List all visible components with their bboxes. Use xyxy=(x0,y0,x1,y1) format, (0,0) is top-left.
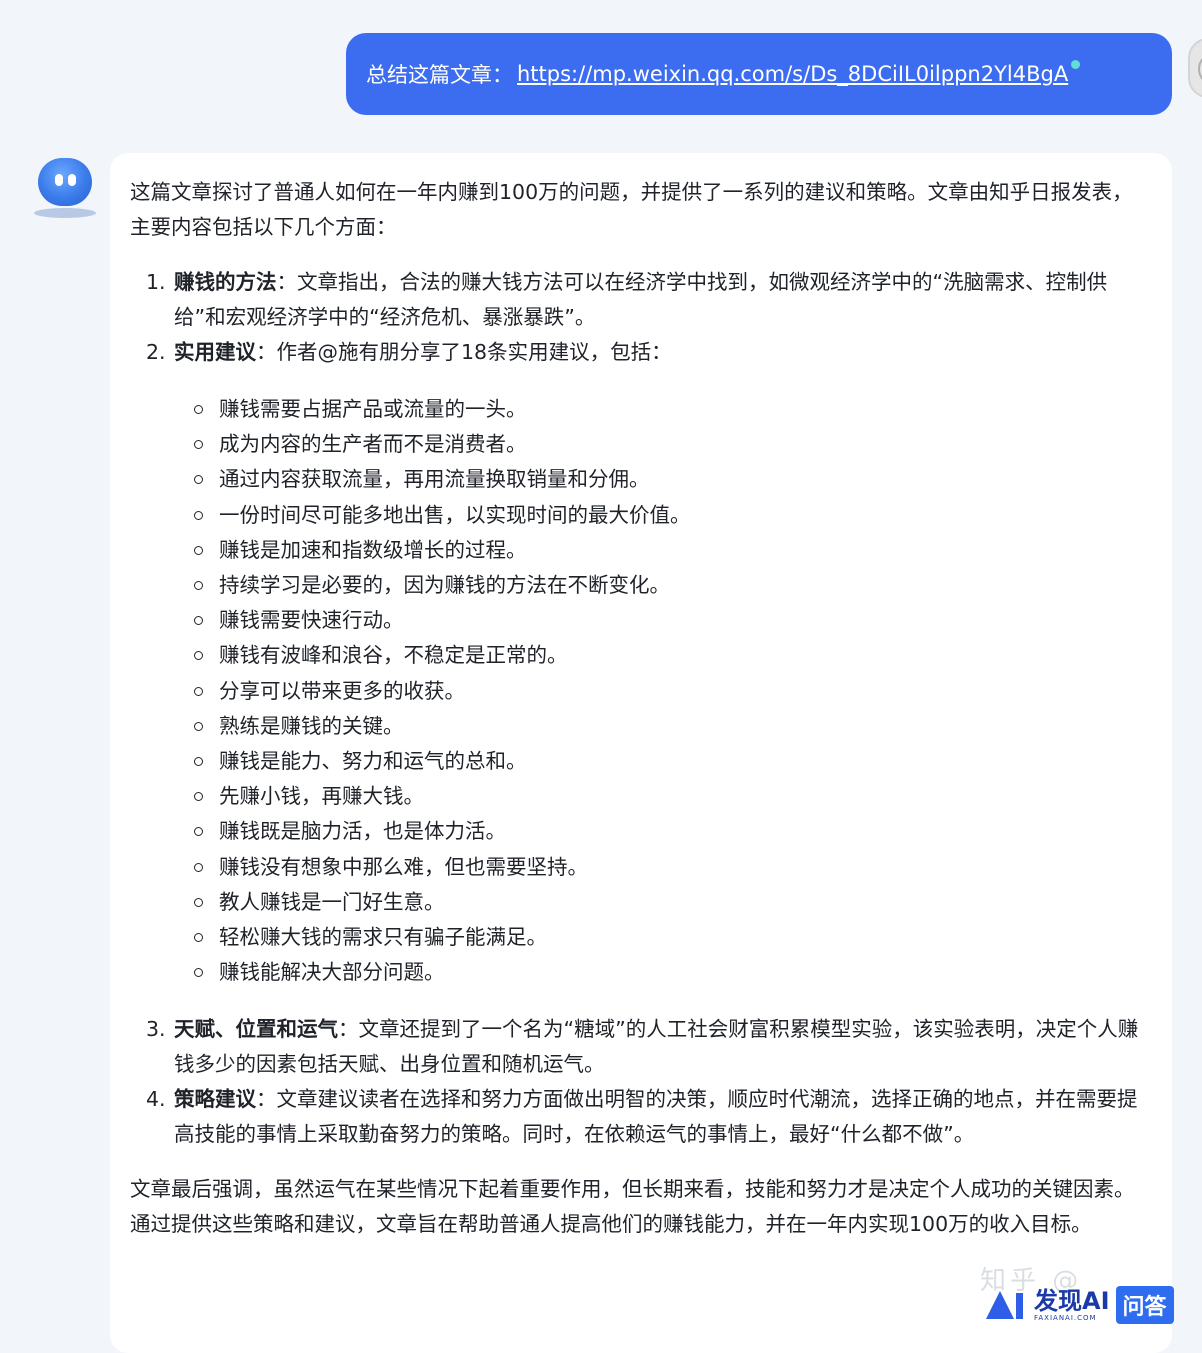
bullet-icon xyxy=(194,545,203,555)
brand-sub: FAXIANAI.COM xyxy=(1034,1313,1097,1322)
section-text: ：文章建议读者在选择和努力方面做出明智的决策，顺应时代潮流，选择正确的地点，并在… xyxy=(174,1087,1138,1147)
assistant-intro: 这篇文章探讨了普通人如何在一年内赚到100万的问题，并提供了一系列的建议和策略。… xyxy=(130,180,1133,239)
sections-list: 1. 赚钱的方法：文章指出，合法的赚大钱方法可以在经济学中找到，如微观经济学中的… xyxy=(130,265,1152,1152)
tip-item: 轻松赚大钱的需求只有骗子能满足。 xyxy=(174,920,1152,955)
section-title: 赚钱的方法 xyxy=(174,270,277,294)
section-number: 2. xyxy=(146,340,166,364)
tip-item: 通过内容获取流量，再用流量换取销量和分佣。 xyxy=(174,462,1152,497)
user-message-prefix: 总结这篇文章： xyxy=(366,63,513,87)
tip-item: 教人赚钱是一门好生意。 xyxy=(174,885,1152,920)
tip-text: 赚钱没有想象中那么难，但也需要坚持。 xyxy=(219,854,588,879)
tip-text: 通过内容获取流量，再用流量换取销量和分佣。 xyxy=(219,467,650,492)
tip-item: 赚钱是能力、努力和运气的总和。 xyxy=(174,744,1152,779)
bullet-icon xyxy=(194,651,203,661)
tip-item: 赚钱既是脑力活，也是体力活。 xyxy=(174,814,1152,849)
tip-text: 赚钱需要快速行动。 xyxy=(219,608,404,633)
brand-logo: 发现AI FAXIANAI.COM 问答 xyxy=(984,1282,1202,1328)
section-item: 2. 实用建议：作者@施有朋分享了18条实用建议，包括： 赚钱需要占据产品或流量… xyxy=(130,335,1152,990)
bullet-icon xyxy=(194,968,203,978)
tip-text: 熟练是赚钱的关键。 xyxy=(219,713,404,738)
tip-item: 先赚小钱，再赚大钱。 xyxy=(174,779,1152,814)
bullet-icon xyxy=(194,721,203,731)
tip-text: 持续学习是必要的，因为赚钱的方法在不断变化。 xyxy=(219,573,670,598)
tip-item: 分享可以带来更多的收获。 xyxy=(174,674,1152,709)
article-link[interactable]: https://mp.weixin.qq.com/s/Ds_8DCiIL0ilp… xyxy=(517,62,1068,86)
user-avatar[interactable] xyxy=(1188,38,1202,98)
assistant-conclusion: 文章最后强调，虽然运气在某些情况下起着重要作用，但长期来看，技能和努力才是决定个… xyxy=(130,1177,1135,1237)
section-item: 4. 策略建议：文章建议读者在选择和努力方面做出明智的决策，顺应时代潮流，选择正… xyxy=(130,1082,1152,1152)
bullet-icon xyxy=(194,510,203,520)
tip-item: 赚钱有波峰和浪谷，不稳定是正常的。 xyxy=(174,638,1152,673)
tip-text: 教人赚钱是一门好生意。 xyxy=(219,889,445,914)
tip-text: 赚钱既是脑力活，也是体力活。 xyxy=(219,819,506,844)
tip-item: 赚钱是加速和指数级增长的过程。 xyxy=(174,533,1152,568)
bot-avatar xyxy=(32,158,98,220)
brand-text: 发现AI FAXIANAI.COM xyxy=(1034,1289,1110,1322)
section-title: 实用建议 xyxy=(174,340,256,364)
bullet-icon xyxy=(194,405,203,414)
tip-text: 先赚小钱，再赚大钱。 xyxy=(219,784,424,809)
section-text: ：作者@施有朋分享了18条实用建议，包括： xyxy=(256,340,672,364)
tip-item: 赚钱需要占据产品或流量的一头。 xyxy=(174,392,1152,427)
bullet-icon xyxy=(194,827,203,837)
tip-item: 持续学习是必要的，因为赚钱的方法在不断变化。 xyxy=(174,568,1152,603)
tip-item: 赚钱能解决大部分问题。 xyxy=(174,955,1152,990)
tip-text: 赚钱是能力、努力和运气的总和。 xyxy=(219,749,527,774)
tip-item: 赚钱没有想象中那么难，但也需要坚持。 xyxy=(174,850,1152,885)
bullet-icon xyxy=(194,862,203,872)
bullet-icon xyxy=(194,581,203,591)
tips-list: 赚钱需要占据产品或流量的一头。 成为内容的生产者而不是消费者。通过内容获取流量，再… xyxy=(174,392,1152,990)
bot-shadow xyxy=(34,208,96,218)
tip-text: 轻松赚大钱的需求只有骗子能满足。 xyxy=(219,925,547,950)
user-message-bubble: 总结这篇文章： https://mp.weixin.qq.com/s/Ds_8D… xyxy=(346,33,1172,115)
status-dot-icon xyxy=(1071,59,1081,69)
brand-ai-icon xyxy=(984,1287,1028,1323)
bullet-icon xyxy=(194,933,203,943)
bullet-icon xyxy=(194,897,203,907)
bullet-icon xyxy=(194,686,203,696)
tip-text: 一份时间尽可能多地出售，以实现时间的最大价值。 xyxy=(219,502,691,527)
bullet-icon xyxy=(194,792,203,802)
section-text: ：文章指出，合法的赚大钱方法可以在经济学中找到，如微观经济学中的“洗脑需求、控制… xyxy=(174,270,1108,329)
assistant-message-card: 这篇文章探讨了普通人如何在一年内赚到100万的问题，并提供了一系列的建议和策略。… xyxy=(110,153,1172,1353)
section-item: 3. 天赋、位置和运气：文章还提到了一个名为“糖域”的人工社会财富积累模型实验，… xyxy=(130,1012,1152,1082)
section-number: 3. xyxy=(146,1017,166,1042)
tip-text: 赚钱需要占据产品或流量的一头。 xyxy=(219,397,527,421)
tip-text: 赚钱有波峰和浪谷，不稳定是正常的。 xyxy=(219,643,568,668)
section-title: 策略建议 xyxy=(174,1087,256,1112)
section-number: 4. xyxy=(146,1087,166,1112)
bot-eye-left xyxy=(55,174,63,186)
section-number: 1. xyxy=(146,270,166,294)
tip-text: 分享可以带来更多的收获。 xyxy=(219,678,465,703)
bullet-icon xyxy=(194,616,203,626)
brand-badge: 问答 xyxy=(1115,1286,1174,1324)
section-item: 1. 赚钱的方法：文章指出，合法的赚大钱方法可以在经济学中找到，如微观经济学中的… xyxy=(130,265,1152,335)
bot-eye-right xyxy=(68,174,76,186)
bullet-icon xyxy=(194,440,203,450)
section-title: 天赋、位置和运气 xyxy=(174,1017,338,1042)
tip-text: 赚钱能解决大部分问题。 xyxy=(219,960,445,985)
brand-name: 发现AI xyxy=(1034,1286,1110,1315)
user-message-row: 总结这篇文章： https://mp.weixin.qq.com/s/Ds_8D… xyxy=(0,0,1202,140)
bullet-icon xyxy=(194,757,203,767)
bot-head-icon xyxy=(38,158,92,206)
tip-item: 熟练是赚钱的关键。 xyxy=(174,709,1152,744)
tip-item: 一份时间尽可能多地出售，以实现时间的最大价值。 xyxy=(174,498,1152,533)
tip-text: 成为内容的生产者而不是消费者。 xyxy=(219,432,527,457)
tip-item: 赚钱需要快速行动。 xyxy=(174,603,1152,638)
tip-item: 成为内容的生产者而不是消费者。 xyxy=(174,427,1152,462)
bullet-icon xyxy=(194,475,203,485)
tip-text: 赚钱是加速和指数级增长的过程。 xyxy=(219,537,527,562)
